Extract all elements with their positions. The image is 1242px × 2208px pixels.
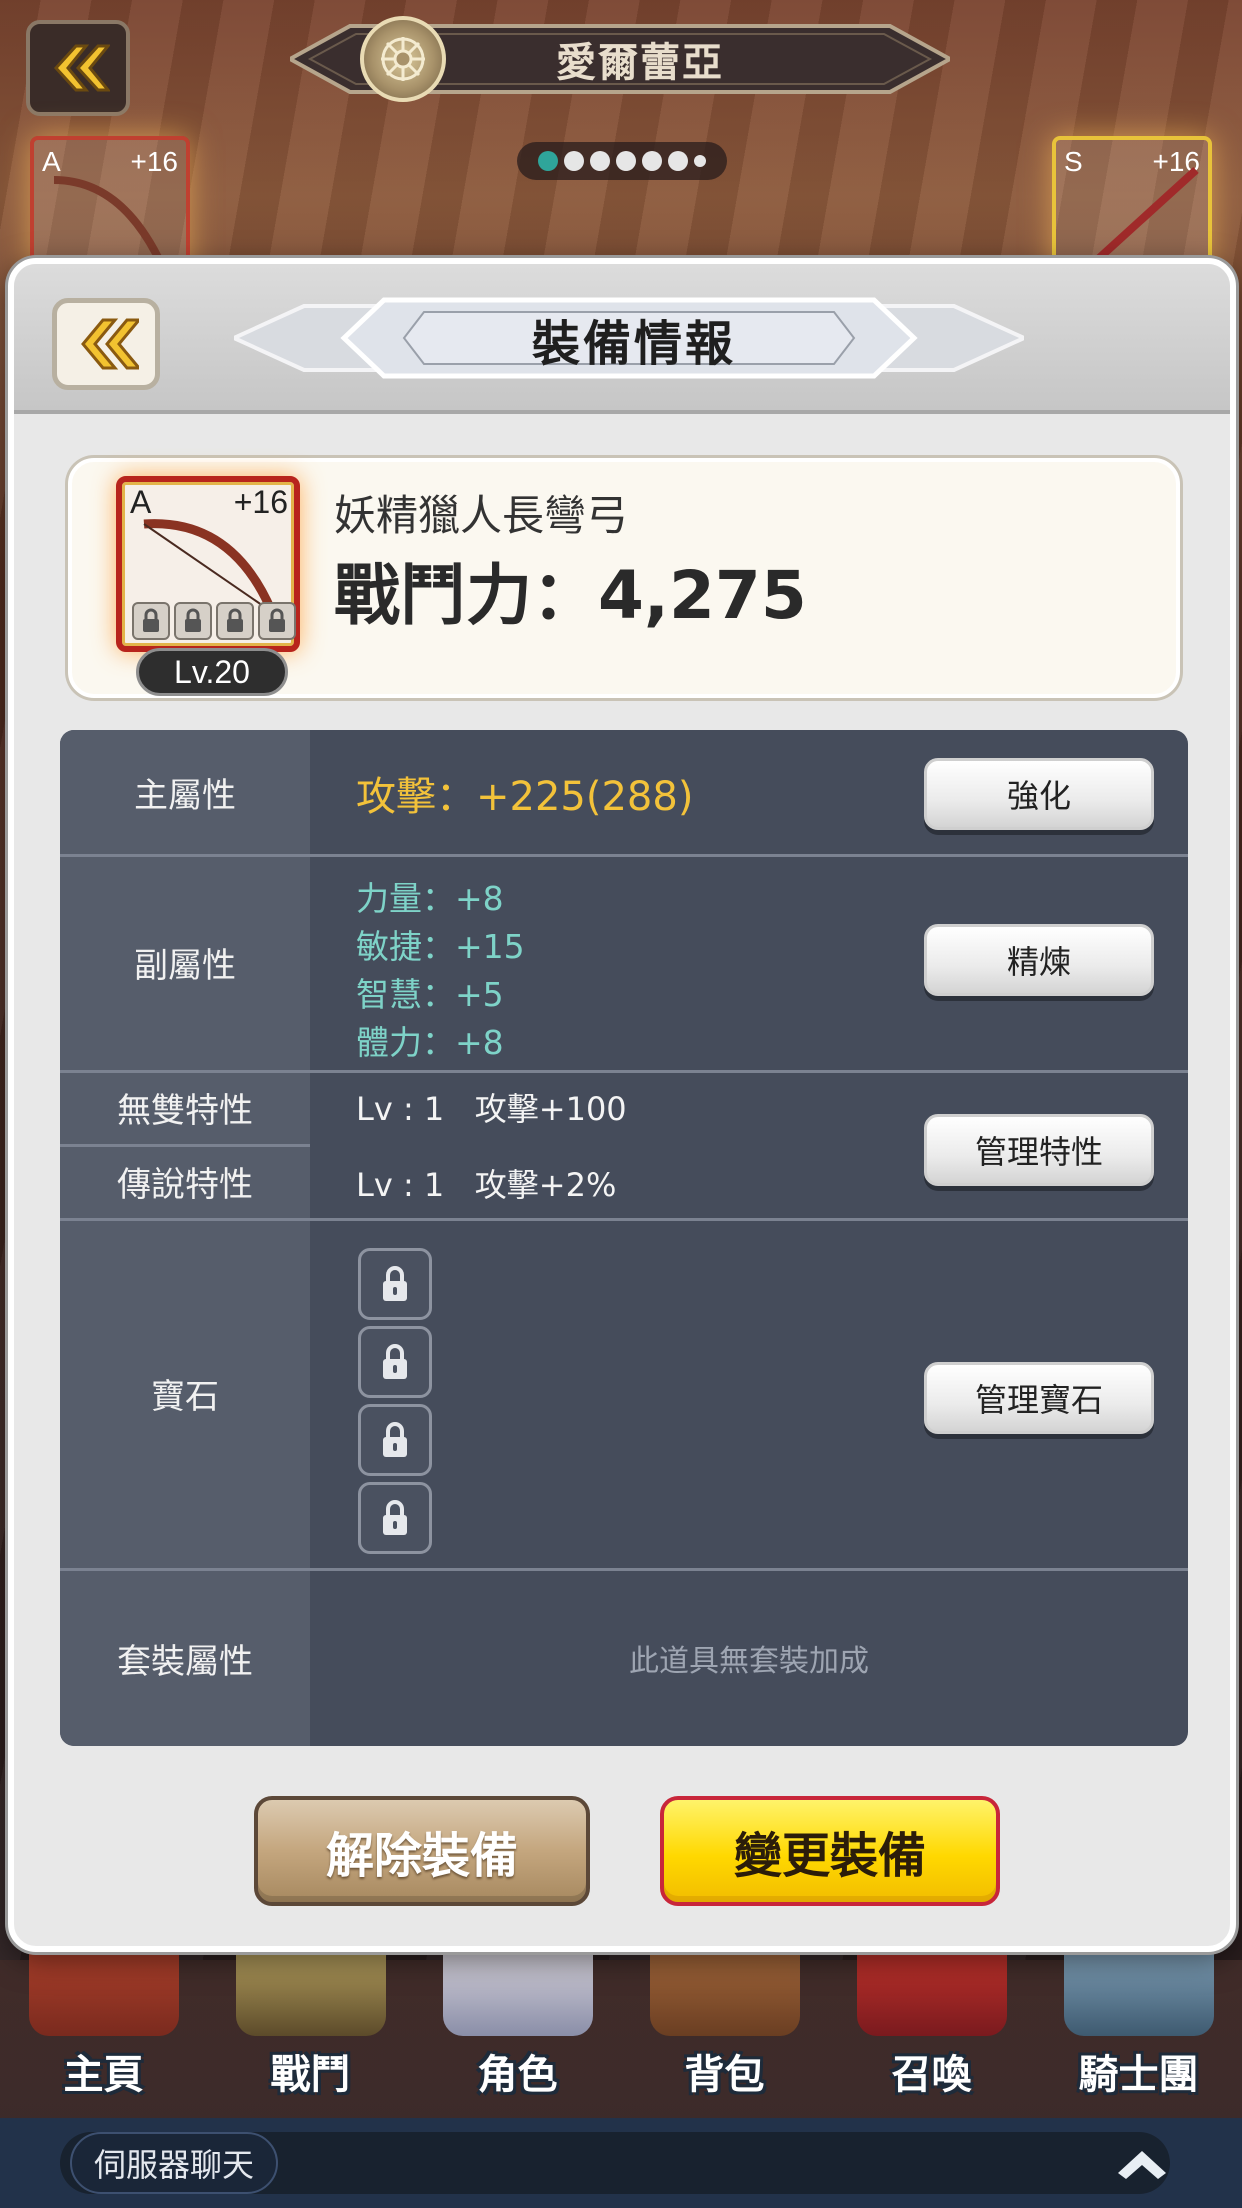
gem-slot[interactable] xyxy=(358,1404,432,1476)
page-dot xyxy=(694,155,706,167)
dialog-back-button[interactable] xyxy=(52,298,160,390)
nav-backpack[interactable]: 背包 xyxy=(630,1930,820,2100)
chat-expand-button[interactable] xyxy=(1112,2138,1172,2188)
unique-trait-label: 無雙特性 xyxy=(117,1090,253,1131)
double-chevron-left-icon xyxy=(81,318,139,370)
gem-slot[interactable] xyxy=(358,1326,432,1398)
nav-knights[interactable]: 騎士團 xyxy=(1044,1930,1234,2100)
bottom-navigation: 主頁 戰鬥 角色 背包 召喚 騎士團 xyxy=(0,1930,1242,2120)
nav-battle[interactable]: 戰鬥 xyxy=(216,1930,406,2100)
manage-gems-button[interactable]: 管理寶石 xyxy=(924,1362,1154,1434)
enhance-button[interactable]: 強化 xyxy=(924,758,1154,830)
lock-icon xyxy=(383,1266,407,1301)
sub-attribute-agility: 敏捷：+15 xyxy=(356,927,525,966)
location-title: 愛爾蕾亞 xyxy=(556,40,724,86)
page-dot xyxy=(564,151,584,171)
nav-summon[interactable]: 召喚 xyxy=(837,1930,1027,2100)
equipment-info-dialog: 裝備情報 A +16 Lv.20 妖精獵人長彎弓 戰鬥力：4,275 主屬性 攻… xyxy=(8,258,1236,1952)
sub-attribute-label: 副屬性 xyxy=(134,945,236,986)
lock-icon xyxy=(258,602,296,640)
lock-icon xyxy=(132,602,170,640)
page-dot xyxy=(538,151,558,171)
set-attribute-value: 此道具無套裝加成 xyxy=(629,1644,869,1679)
dialog-header: 裝備情報 xyxy=(14,264,1230,414)
change-equipment-button-label: 變更裝備 xyxy=(733,1828,926,1884)
page-indicator xyxy=(517,142,727,180)
nav-label: 背包 xyxy=(684,2052,765,2098)
lock-icon xyxy=(383,1422,407,1457)
sub-attribute-wisdom: 智慧：+5 xyxy=(356,975,504,1014)
stats-table: 主屬性 攻擊：+225(288) 強化 副屬性 力量：+8 敏捷：+15 智慧：… xyxy=(60,730,1188,1746)
nav-character[interactable]: 角色 xyxy=(423,1930,613,2100)
legend-trait-label: 傳說特性 xyxy=(117,1164,253,1205)
sub-attribute-strength: 力量：+8 xyxy=(356,879,504,918)
nav-label: 騎士團 xyxy=(1078,2052,1199,2098)
change-equipment-button[interactable]: 變更裝備 xyxy=(660,1796,1000,1906)
nav-label: 角色 xyxy=(477,2052,558,2098)
gem-label: 寶石 xyxy=(151,1376,219,1417)
refine-button-label: 精煉 xyxy=(1006,943,1071,981)
double-chevron-left-icon xyxy=(53,44,110,92)
refine-button[interactable]: 精煉 xyxy=(924,924,1154,996)
lock-icon xyxy=(383,1500,407,1535)
nav-label: 主頁 xyxy=(63,2052,144,2098)
legend-trait-value: Lv : 1 攻擊+2% xyxy=(356,1166,617,1204)
chat-channel-text: 伺服器聊天 xyxy=(94,2146,255,2184)
sub-attribute-vitality: 體力：+8 xyxy=(356,1023,504,1062)
lock-icon xyxy=(174,602,212,640)
unequip-button[interactable]: 解除裝備 xyxy=(254,1796,590,1906)
item-level-badge: Lv.20 xyxy=(136,648,288,696)
gem-slot[interactable] xyxy=(358,1482,432,1554)
dialog-title: 裝備情報 xyxy=(531,316,736,372)
nav-label: 召喚 xyxy=(891,2052,972,2098)
item-summary-card: A +16 Lv.20 妖精獵人長彎弓 戰鬥力：4,275 xyxy=(68,458,1180,698)
manage-traits-button-label: 管理特性 xyxy=(974,1133,1103,1171)
main-attribute-value: 攻擊：+225(288) xyxy=(356,774,694,820)
compass-emblem-icon xyxy=(360,16,446,102)
page-dot xyxy=(590,151,610,171)
location-title-banner: 愛爾蕾亞 xyxy=(290,16,950,102)
unequip-button-label: 解除裝備 xyxy=(325,1828,518,1884)
socket-slots xyxy=(132,602,296,640)
nav-label: 戰鬥 xyxy=(270,2052,351,2098)
page-dot xyxy=(668,151,688,171)
chevron-up-icon xyxy=(1118,2151,1166,2179)
nav-home[interactable]: 主頁 xyxy=(9,1930,199,2100)
page-dot xyxy=(616,151,636,171)
page-dot xyxy=(642,151,662,171)
manage-gems-button-label: 管理寶石 xyxy=(974,1381,1103,1419)
gem-slot[interactable] xyxy=(358,1248,432,1320)
item-combat-power: 戰鬥力：4,275 xyxy=(334,557,807,634)
chat-bar: 伺服器聊天 xyxy=(0,2118,1242,2208)
chat-channel-label[interactable]: 伺服器聊天 xyxy=(70,2132,279,2194)
item-name: 妖精獵人長彎弓 xyxy=(334,491,629,540)
manage-traits-button[interactable]: 管理特性 xyxy=(924,1114,1154,1186)
main-attribute-label: 主屬性 xyxy=(134,775,236,816)
lock-icon xyxy=(216,602,254,640)
enhance-button-label: 強化 xyxy=(1006,777,1071,815)
lock-icon xyxy=(383,1344,407,1379)
set-attribute-label: 套裝屬性 xyxy=(117,1641,253,1682)
top-back-button[interactable] xyxy=(26,20,130,116)
unique-trait-value: Lv : 1 攻擊+100 xyxy=(356,1090,627,1128)
item-icon[interactable]: A +16 xyxy=(116,476,300,652)
